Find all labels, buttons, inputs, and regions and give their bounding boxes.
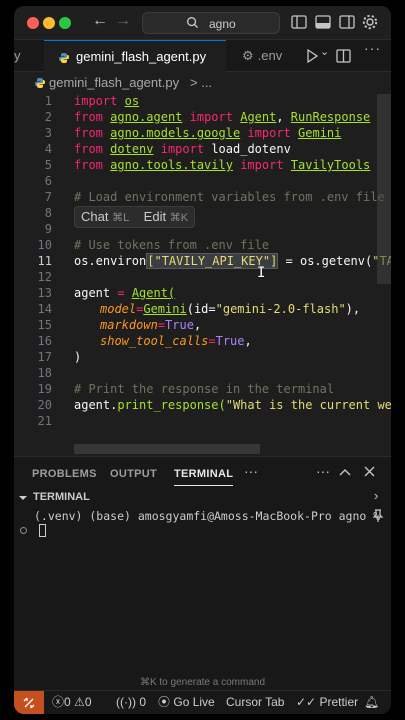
chevron-right-icon[interactable]: › (374, 488, 378, 503)
terminal-prompt: (.venv) (base) amosgyamfi@Amoss-MacBook-… (34, 509, 381, 523)
line-number: 6 (44, 174, 52, 188)
tab-label: gemini_flash_agent.py (76, 49, 207, 64)
warning-icon: ⚠ (74, 695, 85, 709)
search-text: agno (209, 17, 236, 31)
python-file-icon (59, 52, 69, 63)
panel-actions-more-icon[interactable]: ··· (316, 463, 330, 479)
gear-file-icon: ⚙ (242, 48, 254, 63)
vertical-scrollbar[interactable] (377, 94, 391, 284)
command-decoration-icon (20, 527, 27, 534)
code-line-7: # Load environment variables from .env f… (74, 190, 385, 204)
editor-tabs: y gemini_flash_agent.py ⚙ .env ⌄ ··· (14, 40, 391, 72)
ports-status[interactable]: ((·)) 0 (116, 691, 146, 714)
tab-partial[interactable]: y (14, 40, 44, 72)
generate-command-hint: ⌘K to generate a command (139, 677, 266, 688)
forward-arrow-icon[interactable]: → (115, 12, 131, 30)
search-icon (187, 17, 199, 29)
notifications-bell-icon[interactable]: 🔔︎ (364, 691, 379, 714)
tab-label: .env (257, 48, 283, 63)
code-line-16: show_tool_calls=True, (100, 334, 252, 348)
horizontal-scrollbar[interactable] (74, 444, 260, 454)
back-arrow-icon[interactable]: ← (92, 12, 108, 30)
code-line-15: markdown=True, (100, 318, 202, 332)
code-editor[interactable]: 1 2 3 4 5 6 7 8 9 10 11 12 13 14 15 16 17 18 19 20 21 import… (14, 94, 391, 456)
settings-gear-icon[interactable] (361, 13, 379, 31)
breadcrumb: gemini_flash_agent.py > ... (14, 72, 391, 94)
breadcrumb-file[interactable]: gemini_flash_agent.py (49, 72, 179, 94)
code-line-4: from dotenv import load_dotenv (74, 142, 291, 156)
terminal-header: TERMINAL (33, 491, 90, 503)
editor-window: ← → agno y gemini_flash_agent.py ⚙ .env … (14, 6, 391, 714)
tab-partial-label: y (14, 48, 21, 63)
code-line-3: from agno.models.google import Gemini (74, 126, 342, 140)
maximize-panel-chevron-up-icon[interactable] (339, 467, 351, 477)
remote-indicator[interactable] (14, 691, 44, 714)
code-line-19: # Print the response in the terminal (74, 382, 335, 396)
python-file-icon (35, 78, 45, 88)
text-cursor-icon: I (257, 265, 266, 281)
tab-gemini-flash-agent[interactable]: gemini_flash_agent.py (44, 40, 226, 72)
inline-actions-popup: Chat ⌘L Edit ⌘K (74, 206, 196, 228)
run-play-icon[interactable] (306, 49, 318, 63)
line-number: 8 (44, 206, 52, 220)
more-actions-icon[interactable]: ··· (364, 40, 381, 56)
code-line-5: from agno.tools.tavily import TavilyTool… (74, 158, 371, 172)
go-live-icon: ⦿ (158, 695, 171, 709)
line-number: 12 (37, 270, 52, 284)
command-center-search[interactable]: agno (142, 12, 280, 34)
cursor-tab-button[interactable]: Cursor Tab (226, 691, 284, 714)
title-bar: ← → agno (14, 6, 391, 40)
run-dropdown-chevron-icon[interactable]: ⌄ (320, 45, 329, 58)
close-window-button[interactable] (27, 17, 39, 29)
line-number: 21 (37, 414, 52, 428)
close-panel-icon[interactable] (364, 466, 375, 477)
code-line-20: agent.print_response("What is the curren… (74, 398, 391, 412)
go-live-button[interactable]: ⦿ Go Live (158, 691, 215, 714)
remote-icon (23, 697, 35, 709)
terminal-cursor (39, 524, 46, 537)
tab-output[interactable]: OUTPUT (110, 468, 157, 480)
code-line-11: os.environ["TAVILY_API_KEY"] = os.getenv… (74, 253, 391, 269)
double-check-icon: ✓✓ (296, 695, 317, 709)
chevron-down-icon[interactable] (19, 494, 27, 502)
tab-env[interactable]: ⚙ .env (232, 40, 312, 72)
status-bar: ⓧ0 ⚠0 ((·)) 0 ⦿ Go Live Cursor Tab ✓✓ Pr… (14, 690, 391, 714)
toggle-panel-icon[interactable] (314, 13, 332, 31)
edit-action[interactable]: Edit ⌘K (144, 209, 188, 224)
code-line-10: # Use tokens from .env file (74, 238, 270, 252)
bottom-panel: PROBLEMS OUTPUT TERMINAL ··· ··· TERMINA… (14, 456, 391, 690)
code-line-1: import os (74, 94, 140, 108)
problems-status[interactable]: ⓧ0 ⚠0 (52, 691, 92, 714)
toggle-primary-sidebar-icon[interactable] (290, 13, 308, 31)
breadcrumb-rest[interactable]: > ... (190, 72, 212, 94)
minimize-window-button[interactable] (43, 17, 55, 29)
panel-more-icon[interactable]: ··· (244, 463, 258, 479)
tab-problems[interactable]: PROBLEMS (32, 468, 97, 480)
code-line-13: agent = Agent( (74, 286, 176, 300)
code-line-2: from agno.agent import Agent, RunRespons… (74, 110, 371, 124)
code-line-17: ) (74, 350, 82, 364)
code-line-14: model=Gemini(id="gemini-2.0-flash"), (100, 302, 361, 316)
line-number: 18 (37, 366, 52, 380)
line-number: 9 (44, 222, 52, 236)
prettier-button[interactable]: ✓✓ Prettier (296, 691, 358, 714)
chat-action[interactable]: Chat ⌘L (81, 209, 129, 224)
error-icon: ⓧ (52, 695, 65, 709)
toggle-secondary-sidebar-icon[interactable] (338, 13, 356, 31)
split-editor-icon[interactable] (336, 49, 351, 63)
broadcast-icon: ((·)) (116, 695, 136, 709)
maximize-window-button[interactable] (59, 17, 71, 29)
tab-terminal[interactable]: TERMINAL (174, 468, 234, 486)
